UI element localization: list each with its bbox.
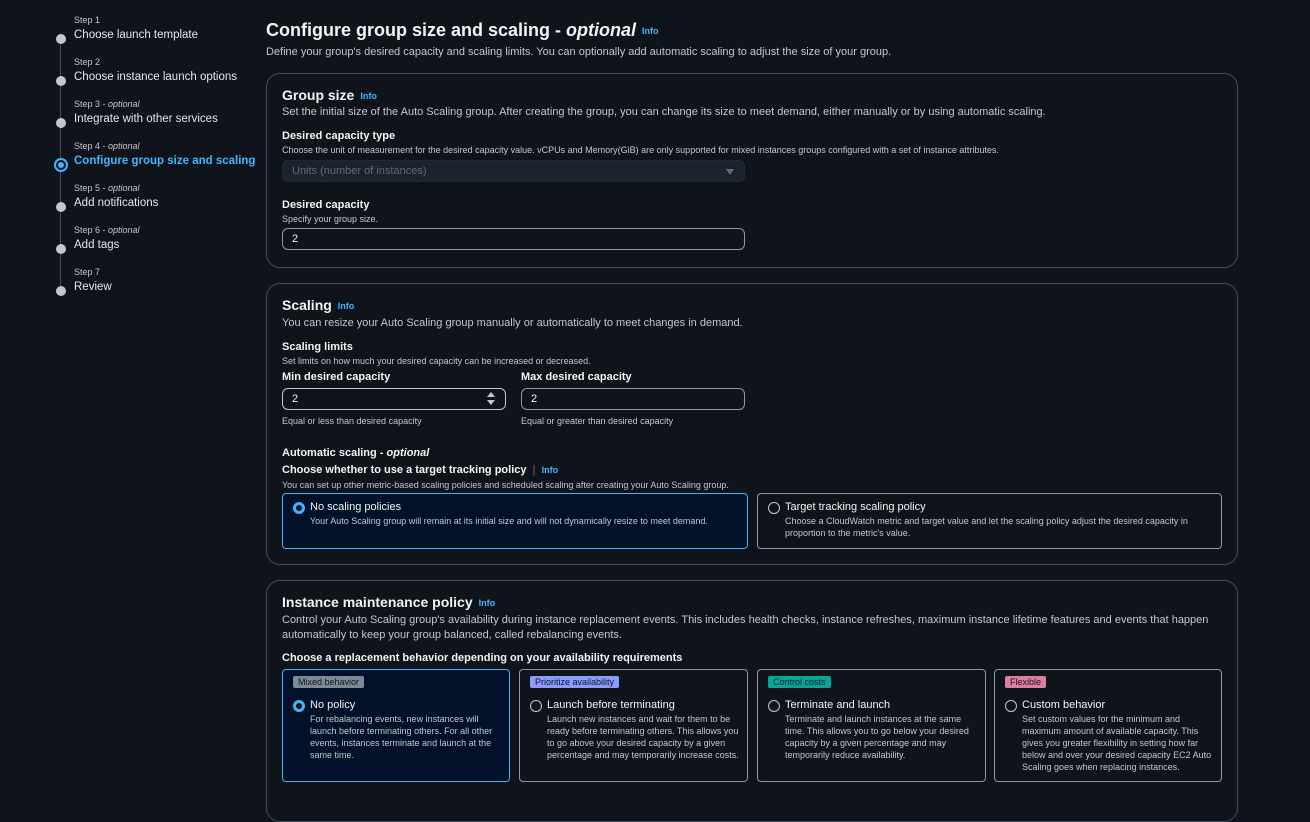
info-link[interactable]: Info — [360, 91, 377, 101]
step-dot-icon — [56, 34, 66, 44]
min-capacity-label: Min desired capacity — [282, 371, 391, 383]
capacity-type-hint: Choose the unit of measurement for the d… — [282, 145, 999, 155]
option-title: No policy — [310, 699, 356, 711]
step-number: Step 3 - optional — [74, 99, 140, 109]
option-description: Terminate and launch instances at the sa… — [785, 714, 969, 760]
min-capacity-hint: Equal or less than desired capacity — [282, 416, 422, 426]
option-title: No scaling policies — [310, 501, 402, 513]
radio-icon[interactable] — [1005, 700, 1017, 712]
option-title: Launch before terminating — [547, 699, 675, 711]
option-custom-behavior[interactable]: Flexible Custom behavior Set custom valu… — [994, 669, 1222, 782]
step-dot-icon — [56, 286, 66, 296]
min-capacity-input[interactable]: 2 — [282, 388, 506, 410]
option-no-scaling-policies[interactable]: No scaling policies Your Auto Scaling gr… — [282, 493, 748, 549]
option-description: Set custom values for the minimum and ma… — [1022, 714, 1212, 772]
radio-icon[interactable] — [768, 502, 780, 514]
step-label[interactable]: Choose launch template — [74, 29, 198, 41]
desired-capacity-hint: Specify your group size. — [282, 214, 379, 224]
step-number: Step 2 — [74, 57, 101, 67]
group-size-panel: Group size Info Set the initial size of t… — [266, 73, 1238, 268]
step-dot-icon — [56, 202, 66, 212]
current-step-icon — [54, 158, 68, 172]
group-size-description: Set the initial size of the Auto Scaling… — [282, 106, 1046, 118]
target-tracking-hint: You can set up other metric-based scalin… — [282, 480, 729, 490]
behavior-badge: Prioritize availability — [530, 676, 620, 688]
max-capacity-value: 2 — [531, 393, 538, 405]
capacity-type-label: Desired capacity type — [282, 130, 396, 142]
behavior-badge: Control costs — [768, 676, 831, 688]
scaling-description: You can resize your Auto Scaling group m… — [282, 317, 743, 329]
maintenance-panel: Instance maintenance policy Info Control … — [266, 580, 1238, 822]
radio-icon[interactable] — [768, 700, 780, 712]
info-link[interactable]: Info — [642, 26, 659, 36]
desired-capacity-value: 2 — [292, 233, 299, 245]
option-description: Choose a CloudWatch metric and target va… — [785, 516, 1188, 538]
behavior-badge: Mixed behavior — [293, 676, 365, 688]
radio-icon[interactable] — [530, 700, 542, 712]
page-description: Define your group's desired capacity and… — [266, 46, 892, 58]
step-number: Step 1 — [74, 15, 101, 25]
step-number: Step 6 - optional — [74, 225, 140, 235]
option-target-tracking-policy[interactable]: Target tracking scaling policy Choose a … — [757, 493, 1222, 549]
scaling-limits-hint: Set limits on how much your desired capa… — [282, 356, 591, 366]
replacement-behavior-label: Choose a replacement behavior depending … — [282, 652, 683, 664]
step-label[interactable]: Review — [74, 281, 112, 293]
page-title: Configure group size and scaling - optio… — [266, 20, 659, 40]
max-capacity-hint: Equal or greater than desired capacity — [521, 416, 674, 426]
info-link[interactable]: Info — [338, 301, 355, 311]
max-capacity-input[interactable]: 2 — [521, 388, 745, 410]
max-capacity-label: Max desired capacity — [521, 371, 632, 383]
desired-capacity-input[interactable]: 2 — [282, 228, 745, 250]
radio-selected-icon[interactable] — [293, 700, 305, 712]
min-capacity-value: 2 — [292, 393, 299, 405]
step-label: Configure group size and scaling — [74, 155, 256, 167]
step-dot-icon — [56, 118, 66, 128]
group-size-title: Group size Info — [282, 87, 377, 103]
scaling-limits-label: Scaling limits — [282, 341, 353, 353]
automatic-scaling-label: Automatic scaling - optional — [282, 447, 430, 459]
step-label[interactable]: Integrate with other services — [74, 113, 218, 125]
maintenance-description: Control your Auto Scaling group's availa… — [282, 614, 1209, 641]
step-dot-icon — [56, 244, 66, 254]
step-label[interactable]: Add tags — [74, 239, 119, 251]
step-number: Step 5 - optional — [74, 183, 140, 193]
maintenance-title: Instance maintenance policy Info — [282, 594, 496, 610]
option-title: Terminate and launch — [785, 699, 891, 711]
behavior-badge: Flexible — [1005, 676, 1047, 688]
option-description: Launch new instances and wait for them t… — [547, 714, 739, 760]
info-link[interactable]: Info — [479, 598, 496, 608]
step-label[interactable]: Add notifications — [74, 197, 158, 209]
option-description: Your Auto Scaling group will remain at i… — [310, 516, 708, 526]
wizard-steps: Step 1 Choose launch template Step 2 Cho… — [0, 0, 255, 800]
desired-capacity-label: Desired capacity — [282, 199, 370, 211]
step-number: Step 4 - optional — [74, 141, 140, 151]
option-description: For rebalancing events, new instances wi… — [310, 714, 493, 760]
step-label[interactable]: Choose instance launch options — [74, 71, 237, 83]
stepper-arrows-icon[interactable] — [487, 392, 496, 406]
step-number: Step 7 — [74, 267, 101, 277]
option-title: Target tracking scaling policy — [785, 501, 926, 513]
scaling-title: Scaling Info — [282, 297, 355, 313]
chevron-down-icon — [726, 169, 734, 175]
option-no-policy[interactable]: Mixed behavior No policy For rebalancing… — [282, 669, 510, 782]
capacity-type-value: Units (number of instances) — [292, 165, 427, 177]
capacity-type-select[interactable]: Units (number of instances) — [282, 160, 745, 182]
step-dot-icon — [56, 76, 66, 86]
option-title: Custom behavior — [1022, 699, 1106, 711]
option-terminate-and-launch[interactable]: Control costs Terminate and launch Termi… — [757, 669, 986, 782]
target-tracking-label: Choose whether to use a target tracking … — [282, 464, 559, 476]
scaling-panel: Scaling Info You can resize your Auto Sca… — [266, 283, 1238, 565]
radio-selected-icon[interactable] — [293, 502, 305, 514]
option-launch-before-terminating[interactable]: Prioritize availability Launch before te… — [519, 669, 748, 782]
info-link[interactable]: Info — [542, 465, 559, 475]
